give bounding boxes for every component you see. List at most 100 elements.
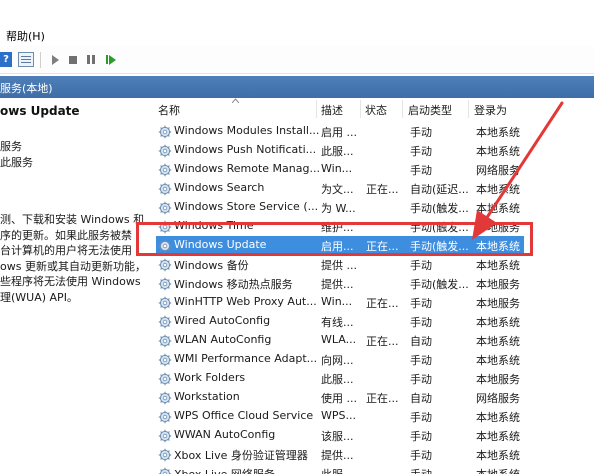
service-action-link[interactable]: 此服务 [0, 154, 33, 170]
service-name: Wired AutoConfig [174, 314, 271, 327]
gear-icon [158, 182, 172, 196]
services-list: 名称 描述 状态 启动类型 登录为 Windows Modules Instal… [146, 98, 594, 474]
gear-icon [158, 372, 172, 386]
gear-icon [158, 467, 172, 474]
service-logon: 本地系统 [476, 335, 520, 348]
service-row[interactable]: Workstation 使用 ... 正在... 自动 网络服务 [156, 388, 524, 407]
service-desc: 有线... [321, 316, 354, 329]
service-row[interactable]: Windows Search 为文... 正在... 自动(延迟... 本地系统 [156, 179, 524, 198]
column-divider[interactable] [468, 100, 469, 118]
service-row[interactable]: Windows Update 启用... 正在... 手动(触发... 本地系统 [156, 236, 524, 255]
service-status: 正在... [366, 183, 399, 196]
column-logon-as[interactable]: 登录为 [474, 102, 507, 118]
service-logon: 本地系统 [476, 316, 520, 329]
column-description[interactable]: 描述 [321, 102, 343, 118]
service-row[interactable]: Xbox Live 身份验证管理器 提供... 手动 本地系统 [156, 445, 524, 464]
service-desc: 提供... [321, 449, 354, 462]
pause-icon[interactable] [86, 52, 96, 67]
service-row[interactable]: Windows Remote Manag... Win... 手动 网络服务 [156, 160, 524, 179]
service-desc: 启用... [321, 240, 354, 253]
service-desc: 启用 ... [321, 126, 357, 139]
service-desc: 此服... [321, 466, 361, 474]
service-startup-type: 自动 [410, 392, 432, 405]
service-row[interactable]: Xbox Live 网络服务此服... 手动本地系统 [156, 464, 524, 474]
service-startup-type: 手动 [410, 316, 432, 329]
service-row[interactable]: Work Folders 此服... 手动 本地服务 [156, 369, 524, 388]
gear-icon [158, 258, 172, 272]
gear-icon [158, 277, 172, 291]
gear-icon [158, 125, 172, 139]
service-row[interactable]: Windows 备份 提供 ... 手动 本地系统 [156, 255, 524, 274]
column-header: 名称 描述 状态 启动类型 登录为 [146, 98, 594, 120]
service-name: Windows Modules Install... [174, 124, 319, 137]
service-row[interactable]: WLAN AutoConfig WLA... 正在... 自动 本地系统 [156, 331, 524, 350]
menu-help[interactable]: 帮助(H) [6, 28, 45, 44]
service-name: Windows Update [174, 238, 267, 251]
service-startup-type: 手动(触发... [410, 221, 469, 234]
gear-icon [158, 163, 172, 177]
start-icon[interactable] [50, 52, 60, 67]
service-name: Work Folders [174, 371, 246, 384]
restart-icon[interactable] [104, 52, 118, 67]
service-row[interactable]: WMI Performance Adapt... 向网... 手动 本地系统 [156, 350, 524, 369]
service-action-link[interactable]: 服务 [0, 138, 22, 154]
service-name: Windows Remote Manag... [174, 162, 319, 175]
service-logon: 本地系统 [476, 449, 520, 462]
stop-icon[interactable] [68, 52, 78, 67]
gear-icon [158, 334, 172, 348]
properties-icon[interactable] [18, 52, 34, 67]
service-name: WWAN AutoConfig [174, 428, 276, 441]
service-startup-type: 手动 [410, 430, 432, 443]
column-status[interactable]: 状态 [365, 102, 387, 118]
sort-ascending-icon [232, 98, 239, 103]
service-desc: WPS... [321, 409, 356, 422]
column-divider[interactable] [316, 100, 317, 118]
service-desc: 提供 ... [321, 259, 357, 272]
service-desc: 此服... [321, 373, 354, 386]
column-divider[interactable] [360, 100, 361, 118]
service-logon: 本地系统 [476, 411, 520, 424]
service-logon: 网络服务 [476, 392, 520, 405]
service-name: Windows Push Notificati... [174, 143, 317, 156]
service-desc: 为 W... [321, 202, 356, 215]
service-desc: Win... [321, 162, 353, 175]
column-divider[interactable] [402, 100, 403, 118]
service-row[interactable]: Windows Push Notificati... 此服... 手动 本地系统 [156, 141, 524, 160]
gear-icon [158, 448, 172, 462]
service-startup-type: 手动 [410, 373, 432, 386]
service-logon: 网络服务 [476, 164, 520, 177]
service-startup-type: 手动 [410, 354, 432, 367]
service-row[interactable]: WPS Office Cloud Service WPS... 手动 本地系统 [156, 407, 524, 426]
service-row[interactable]: Wired AutoConfig 有线... 手动 本地系统 [156, 312, 524, 331]
service-status: 正在... [366, 392, 399, 405]
service-logon: 本地服务 [476, 373, 520, 386]
service-startup-type: 自动 [410, 335, 432, 348]
service-logon: 本地系统 [476, 183, 520, 196]
service-description: 测、下载和安装 Windows 和 序的更新。如果此服务被禁 台计算机的用户将无… [0, 213, 146, 304]
service-desc: 使用 ... [321, 392, 357, 405]
service-name: WPS Office Cloud Service [174, 409, 314, 422]
column-name[interactable]: 名称 [158, 102, 180, 118]
service-status: 正在... [366, 297, 399, 310]
service-startup-type: 手动 [410, 145, 432, 158]
service-name: Windows Store Service (... [174, 200, 319, 213]
service-name: WLAN AutoConfig [174, 333, 272, 346]
gear-icon [158, 429, 172, 443]
service-row[interactable]: Windows Time 维护... 手动(触发... 本地服务 [156, 217, 524, 236]
service-desc: 为文... [321, 183, 354, 196]
service-row[interactable]: WinHTTP Web Proxy Aut... Win... 正在... 手动 本地服… [156, 293, 524, 312]
service-row[interactable]: Windows 移动热点服务 提供... 手动(触发... 本地服务 [156, 274, 524, 293]
column-startup-type[interactable]: 启动类型 [408, 102, 452, 118]
service-row[interactable]: Windows Modules Install... 启用 ... 手动 本地系统 [156, 122, 524, 141]
help-icon[interactable]: ? [0, 52, 12, 67]
service-startup-type: 手动 [410, 449, 432, 462]
gear-icon [158, 201, 172, 215]
service-name: Windows 备份 [174, 259, 249, 272]
gear-icon [158, 220, 172, 234]
service-row[interactable]: Windows Store Service (... 为 W... 手动(触发...… [156, 198, 524, 217]
gear-icon [158, 353, 172, 367]
gear-icon [158, 296, 172, 310]
service-name: WinHTTP Web Proxy Aut... [174, 295, 317, 308]
service-row[interactable]: WWAN AutoConfig 该服... 手动 本地系统 [156, 426, 524, 445]
service-desc: 提供... [321, 278, 354, 291]
